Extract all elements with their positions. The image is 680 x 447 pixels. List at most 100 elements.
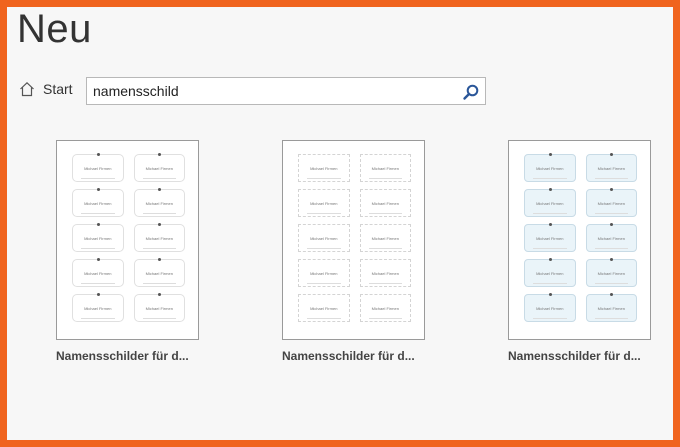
thumbnail-card-text: Michael Firmen bbox=[371, 270, 399, 276]
thumbnail-card-line bbox=[368, 318, 402, 319]
thumbnail-card-line bbox=[594, 213, 628, 214]
thumbnail-card-text: Michael Firmen bbox=[536, 200, 564, 206]
thumbnail-card-line bbox=[81, 318, 115, 319]
thumbnail-name-card: Michael Firmen bbox=[133, 293, 185, 322]
thumbnail-name-card: Michael Firmen bbox=[359, 154, 411, 182]
thumbnail-card-grid: Michael Firmen Michael Firmen Michael Firm… bbox=[524, 153, 637, 322]
thumbnail-name-card: Michael Firmen bbox=[524, 258, 576, 287]
thumbnail-name-card: Michael Firmen bbox=[298, 259, 350, 287]
thumbnail-card-text: Michael Firmen bbox=[145, 200, 173, 206]
thumbnail-card-text: Michael Firmen bbox=[310, 235, 338, 241]
thumbnail-name-card: Michael Firmen bbox=[524, 188, 576, 217]
thumbnail-card-line bbox=[142, 178, 176, 179]
thumbnail-card-line bbox=[81, 248, 115, 249]
home-icon bbox=[19, 81, 35, 97]
thumbnail-card-line bbox=[81, 213, 115, 214]
thumbnail-name-card: Michael Firmen bbox=[72, 293, 124, 322]
thumbnail-name-card: Michael Firmen bbox=[359, 259, 411, 287]
template-caption: Namensschilder für d... bbox=[508, 349, 641, 363]
thumbnail-card-text: Michael Firmen bbox=[597, 305, 625, 311]
thumbnail-card-text: Michael Firmen bbox=[84, 165, 112, 171]
thumbnail-card-text: Michael Firmen bbox=[597, 200, 625, 206]
template-caption: Namensschilder für d... bbox=[56, 349, 189, 363]
thumbnail-card-text: Michael Firmen bbox=[371, 235, 399, 241]
thumbnail-card-line bbox=[368, 283, 402, 284]
thumbnail-card-text: Michael Firmen bbox=[84, 235, 112, 241]
thumbnail-card-text: Michael Firmen bbox=[145, 235, 173, 241]
thumbnail-card-text: Michael Firmen bbox=[536, 305, 564, 311]
thumbnail-name-card: Michael Firmen bbox=[585, 188, 637, 217]
thumbnail-card-line bbox=[368, 178, 402, 179]
thumbnail-name-card: Michael Firmen bbox=[298, 294, 350, 322]
thumbnail-card-text: Michael Firmen bbox=[84, 305, 112, 311]
thumbnail-card-line bbox=[81, 283, 115, 284]
thumbnail-card-text: Michael Firmen bbox=[310, 305, 338, 311]
thumbnail-name-card: Michael Firmen bbox=[133, 153, 185, 182]
thumbnail-card-line bbox=[594, 283, 628, 284]
thumbnail-card-line bbox=[533, 318, 567, 319]
thumbnail-card-text: Michael Firmen bbox=[597, 165, 625, 171]
thumbnail-card-text: Michael Firmen bbox=[371, 165, 399, 171]
thumbnail-card-line bbox=[533, 178, 567, 179]
thumbnail-card-text: Michael Firmen bbox=[310, 165, 338, 171]
thumbnail-name-card: Michael Firmen bbox=[133, 223, 185, 252]
template-thumbnail: Michael Firmen Michael Firmen Michael Firm… bbox=[56, 140, 199, 340]
thumbnail-name-card: Michael Firmen bbox=[359, 189, 411, 217]
thumbnail-name-card: Michael Firmen bbox=[524, 293, 576, 322]
thumbnail-name-card: Michael Firmen bbox=[524, 153, 576, 182]
thumbnail-card-line bbox=[368, 213, 402, 214]
thumbnail-card-text: Michael Firmen bbox=[84, 270, 112, 276]
template-thumbnail: Michael Firmen Michael Firmen Michael Firm… bbox=[282, 140, 425, 340]
home-button[interactable]: Start bbox=[19, 81, 73, 97]
thumbnail-card-line bbox=[533, 248, 567, 249]
thumbnail-name-card: Michael Firmen bbox=[585, 153, 637, 182]
app-window: Neu Start Michael FirmenMichael FirmenMi… bbox=[0, 0, 680, 447]
page-title: Neu bbox=[17, 7, 92, 51]
thumbnail-card-text: Michael Firmen bbox=[536, 165, 564, 171]
search-input[interactable] bbox=[93, 82, 453, 100]
thumbnail-name-card: Michael Firmen bbox=[72, 223, 124, 252]
thumbnail-card-text: Michael Firmen bbox=[310, 200, 338, 206]
thumbnail-card-line bbox=[81, 178, 115, 179]
thumbnail-card-line bbox=[142, 248, 176, 249]
thumbnail-name-card: Michael Firmen bbox=[72, 153, 124, 182]
thumbnail-name-card: Michael Firmen bbox=[359, 294, 411, 322]
template-caption: Namensschilder für d... bbox=[282, 349, 415, 363]
thumbnail-card-text: Michael Firmen bbox=[310, 270, 338, 276]
template-tile[interactable]: Michael Firmen Michael Firmen Michael Firm… bbox=[56, 140, 201, 363]
search-icon[interactable] bbox=[461, 82, 481, 102]
thumbnail-card-line bbox=[594, 178, 628, 179]
thumbnail-name-card: Michael Firmen bbox=[298, 224, 350, 252]
thumbnail-name-card: Michael Firmen bbox=[524, 223, 576, 252]
search-box bbox=[86, 77, 486, 105]
thumbnail-card-grid: Michael Firmen Michael Firmen Michael Firm… bbox=[72, 153, 185, 322]
thumbnail-name-card: Michael Firmen bbox=[72, 188, 124, 217]
thumbnail-name-card: Michael Firmen bbox=[585, 258, 637, 287]
thumbnail-card-text: Michael Firmen bbox=[536, 235, 564, 241]
thumbnail-name-card: Michael Firmen bbox=[133, 188, 185, 217]
thumbnail-card-text: Michael Firmen bbox=[597, 235, 625, 241]
thumbnail-name-card: Michael Firmen bbox=[133, 258, 185, 287]
thumbnail-name-card: Michael Firmen bbox=[359, 224, 411, 252]
thumbnail-card-line bbox=[307, 213, 341, 214]
thumbnail-card-line bbox=[368, 248, 402, 249]
thumbnail-card-text: Michael Firmen bbox=[536, 270, 564, 276]
thumbnail-name-card: Michael Firmen bbox=[298, 189, 350, 217]
thumbnail-card-line bbox=[594, 318, 628, 319]
thumbnail-name-card: Michael Firmen bbox=[298, 154, 350, 182]
thumbnail-card-line bbox=[307, 283, 341, 284]
thumbnail-name-card: Michael Firmen bbox=[72, 258, 124, 287]
thumbnail-card-line bbox=[307, 248, 341, 249]
template-thumbnail: Michael Firmen Michael Firmen Michael Firm… bbox=[508, 140, 651, 340]
thumbnail-card-text: Michael Firmen bbox=[371, 305, 399, 311]
thumbnail-card-text: Michael Firmen bbox=[597, 270, 625, 276]
template-tile[interactable]: Michael Firmen Michael Firmen Michael Firm… bbox=[282, 140, 427, 363]
thumbnail-card-line bbox=[533, 283, 567, 284]
thumbnail-card-grid: Michael Firmen Michael Firmen Michael Firm… bbox=[298, 154, 411, 322]
thumbnail-card-text: Michael Firmen bbox=[371, 200, 399, 206]
thumbnail-card-line bbox=[142, 213, 176, 214]
template-tile[interactable]: Michael Firmen Michael Firmen Michael Firm… bbox=[508, 140, 653, 363]
thumbnail-card-line bbox=[594, 248, 628, 249]
thumbnail-card-text: Michael Firmen bbox=[145, 165, 173, 171]
thumbnail-name-card: Michael Firmen bbox=[585, 293, 637, 322]
